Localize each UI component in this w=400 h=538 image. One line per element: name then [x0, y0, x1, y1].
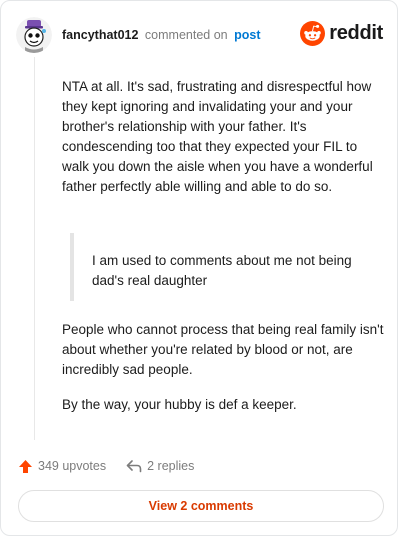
comment-paragraph: By the way, your hubby is def a keeper. — [62, 397, 297, 412]
username-link[interactable]: fancythat012 — [62, 28, 138, 42]
quote-block: I am used to comments about me not being… — [70, 233, 380, 301]
avatar-icon[interactable] — [16, 17, 52, 53]
thread-line[interactable] — [34, 57, 35, 440]
comment-footer: 349 upvotes 2 replies — [18, 456, 194, 476]
replies-count: 2 replies — [147, 459, 195, 473]
replies-button[interactable]: 2 replies — [126, 459, 194, 473]
action-text: commented on — [144, 28, 228, 42]
reddit-logo-icon — [300, 21, 326, 46]
comment-card: fancythat012 commented on post reddit NT… — [0, 0, 398, 536]
comment-paragraph: NTA at all. It's sad, frustrating and di… — [62, 79, 373, 194]
reddit-brand[interactable]: reddit — [300, 21, 383, 46]
comment-header: fancythat012 commented on post reddit — [16, 15, 383, 55]
view-comments-button[interactable]: View 2 comments — [18, 490, 384, 522]
post-link[interactable]: post — [234, 28, 260, 42]
upvote-arrow-icon — [19, 459, 32, 473]
upvote-count: 349 upvotes — [38, 459, 107, 473]
comment-paragraph: People who cannot process that being rea… — [62, 322, 384, 377]
upvote-button[interactable]: 349 upvotes — [18, 459, 106, 474]
brand-wordmark: reddit — [329, 22, 383, 44]
reply-arrow-icon — [126, 460, 142, 473]
comment-meta: fancythat012 commented on post — [62, 27, 260, 43]
